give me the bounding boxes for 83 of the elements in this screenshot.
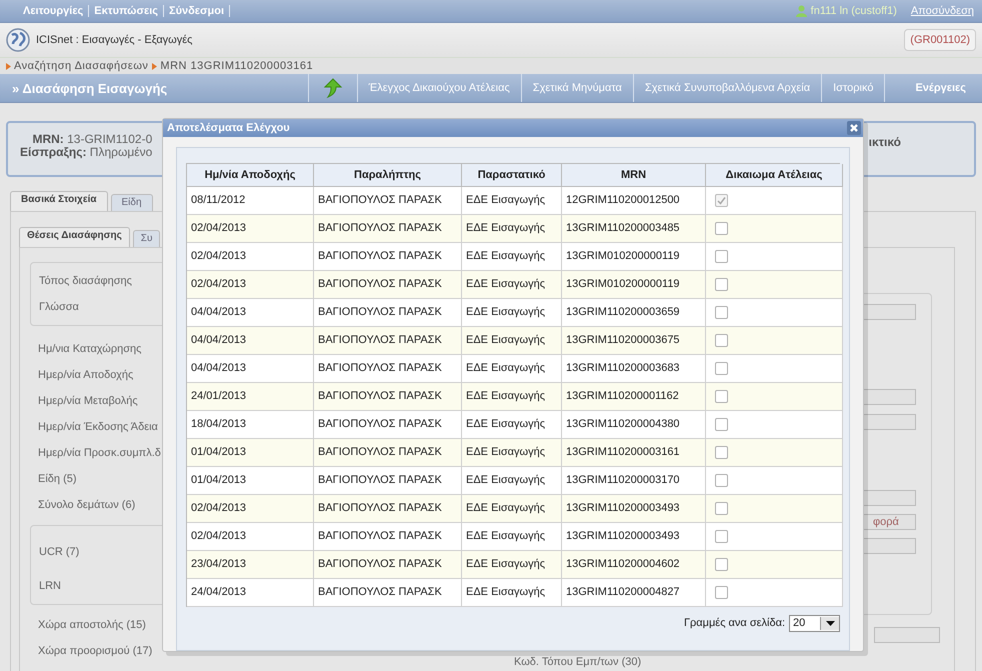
dialog-title: Αποτελέσματα Ελέγχου bbox=[167, 122, 291, 134]
table-cell: ΒΑΓΙΟΠΟΥΛΟΣ ΠΑΡΑΣΚ bbox=[314, 494, 462, 523]
table-cell: ΒΑΓΙΟΠΟΥΛΟΣ ΠΑΡΑΣΚ bbox=[314, 326, 462, 355]
receipt-text: Είσπραξης: Πληρωμένο bbox=[20, 146, 152, 159]
table-cell: ΒΑΓΙΟΠΟΥΛΟΣ ΠΑΡΑΣΚ bbox=[314, 578, 462, 607]
office-code: (GR001102) bbox=[904, 29, 976, 51]
table-cell: ΒΑΓΙΟΠΟΥΛΟΣ ΠΑΡΑΣΚ bbox=[314, 270, 462, 299]
table-cell: 04/04/2013 bbox=[187, 298, 314, 327]
table-cell: 02/04/2013 bbox=[187, 242, 314, 271]
table-cell: 13GRIM110200003161 bbox=[562, 438, 706, 467]
table-cell: ΕΔΕ Εισαγωγής bbox=[462, 186, 562, 215]
table-cell: 13GRIM110200004380 bbox=[562, 410, 706, 439]
table-cell: ΕΔΕ Εισαγωγής bbox=[462, 438, 562, 467]
table-cell: 13GRIM110200003683 bbox=[562, 354, 706, 383]
table-cell: ΕΔΕ Εισαγωγής bbox=[462, 298, 562, 327]
table-cell: 13GRIM110200004602 bbox=[562, 550, 706, 579]
app-title: ICISnet : Εισαγωγές - Εξαγωγές bbox=[36, 34, 192, 46]
user-name: fn111 ln (custoff1) bbox=[810, 5, 897, 17]
field-label: Σύνολο δεμάτων (6) bbox=[37, 498, 136, 513]
table-cell: 13GRIM110200001162 bbox=[562, 382, 706, 411]
mrn-text: MRN: 13-GRIM1102-0 bbox=[32, 133, 152, 146]
table-cell: ΒΑΓΙΟΠΟΥΛΟΣ ΠΑΡΑΣΚ bbox=[314, 186, 462, 215]
field-label: Γλώσσα bbox=[38, 300, 79, 315]
summary-text: ικτικό bbox=[868, 135, 901, 149]
table-cell: 13GRIM110200004827 bbox=[562, 578, 706, 607]
table-cell: ΒΑΓΙΟΠΟΥΛΟΣ ΠΑΡΑΣΚ bbox=[314, 550, 462, 579]
table-cell: ΒΑΓΙΟΠΟΥΛΟΣ ΠΑΡΑΣΚ bbox=[314, 466, 462, 495]
table-cell: 13GRIM010200000119 bbox=[562, 242, 706, 271]
table-cell: ΒΑΓΙΟΠΟΥΛΟΣ ΠΑΡΑΣΚ bbox=[314, 410, 462, 439]
table-cell: 24/01/2013 bbox=[187, 382, 314, 411]
table-cell: 04/04/2013 bbox=[187, 354, 314, 383]
page-title: » Διασάφηση Εισαγωγής bbox=[11, 80, 168, 98]
table-cell: ΒΑΓΙΟΠΟΥΛΟΣ ΠΑΡΑΣΚ bbox=[314, 382, 462, 411]
table-cell: ΒΑΓΙΟΠΟΥΛΟΣ ΠΑΡΑΣΚ bbox=[314, 354, 462, 383]
table-cell: ΕΔΕ Εισαγωγής bbox=[462, 214, 562, 243]
table-cell: 24/04/2013 bbox=[187, 578, 314, 607]
table-cell: ΕΔΕ Εισαγωγής bbox=[462, 522, 562, 551]
table-cell: 02/04/2013 bbox=[187, 494, 314, 523]
field-label: Ημερ/νία Έκδοσης Άδεια bbox=[37, 420, 158, 435]
field-label: Ημερ/νία Προσκ.συμπλ.δ bbox=[37, 446, 161, 461]
table-cell: ΕΔΕ Εισαγωγής bbox=[462, 578, 562, 607]
table-cell: ΕΔΕ Εισαγωγής bbox=[462, 270, 562, 299]
table-cell: 02/04/2013 bbox=[187, 522, 314, 551]
table-cell: 13GRIM110200003485 bbox=[562, 214, 706, 243]
field-label: LRN bbox=[38, 579, 62, 594]
page-size-label: Γραμμές ανα σελίδα: bbox=[684, 617, 785, 630]
field-label: Τόπος διασάφησης bbox=[38, 274, 132, 289]
table-cell: 02/04/2013 bbox=[187, 214, 314, 243]
table-cell: 13GRIM110200003493 bbox=[562, 522, 706, 551]
table-cell: ΒΑΓΙΟΠΟΥΛΟΣ ΠΑΡΑΣΚ bbox=[314, 242, 462, 271]
field-label: Ημερ/νία Μεταβολής bbox=[37, 394, 138, 409]
table-cell: 18/04/2013 bbox=[187, 410, 314, 439]
table-cell: ΕΔΕ Εισαγωγής bbox=[462, 354, 562, 383]
table-cell: 13GRIM110200003493 bbox=[562, 494, 706, 523]
field-label: Είδη (5) bbox=[37, 472, 77, 487]
table-cell: ΕΔΕ Εισαγωγής bbox=[462, 382, 562, 411]
table-cell: 23/04/2013 bbox=[187, 550, 314, 579]
table-cell: 13GRIM010200000119 bbox=[562, 270, 706, 299]
table-cell: 13GRIM110200003659 bbox=[562, 298, 706, 327]
table-cell: 08/11/2012 bbox=[187, 186, 314, 215]
table-cell: ΒΑΓΙΟΠΟΥΛΟΣ ΠΑΡΑΣΚ bbox=[314, 438, 462, 467]
field-label: Ημ/νια Καταχώρησης bbox=[37, 342, 142, 357]
table-cell: ΕΔΕ Εισαγωγής bbox=[462, 494, 562, 523]
table-cell: ΕΔΕ Εισαγωγής bbox=[462, 550, 562, 579]
table-cell: ΒΑΓΙΟΠΟΥΛΟΣ ΠΑΡΑΣΚ bbox=[314, 522, 462, 551]
table-cell: 02/04/2013 bbox=[187, 270, 314, 299]
field-label: Ημερ/νία Αποδοχής bbox=[37, 368, 134, 383]
table-cell: ΕΔΕ Εισαγωγής bbox=[462, 326, 562, 355]
table-cell: ΕΔΕ Εισαγωγής bbox=[462, 410, 562, 439]
table-cell: ΕΔΕ Εισαγωγής bbox=[462, 242, 562, 271]
table-cell: ΒΑΓΙΟΠΟΥΛΟΣ ΠΑΡΑΣΚ bbox=[314, 298, 462, 327]
table-cell: 04/04/2013 bbox=[187, 326, 314, 355]
table-cell: ΒΑΓΙΟΠΟΥΛΟΣ ΠΑΡΑΣΚ bbox=[314, 214, 462, 243]
field-label: Χώρα προορισμού (17) bbox=[37, 644, 152, 659]
table-cell: 13GRIM110200003170 bbox=[562, 466, 706, 495]
table-cell: 01/04/2013 bbox=[187, 438, 314, 467]
field-label: UCR (7) bbox=[38, 545, 80, 560]
table-cell: 01/04/2013 bbox=[187, 466, 314, 495]
table-cell: ΕΔΕ Εισαγωγής bbox=[462, 466, 562, 495]
table-cell: 12GRIM110200012500 bbox=[562, 186, 706, 215]
field-label: Χώρα αποστολής (15) bbox=[37, 618, 146, 633]
field-label: Κωδ. Τόπου Εμπ/των (30) bbox=[514, 656, 642, 668]
table-cell: 13GRIM110200003675 bbox=[562, 326, 706, 355]
